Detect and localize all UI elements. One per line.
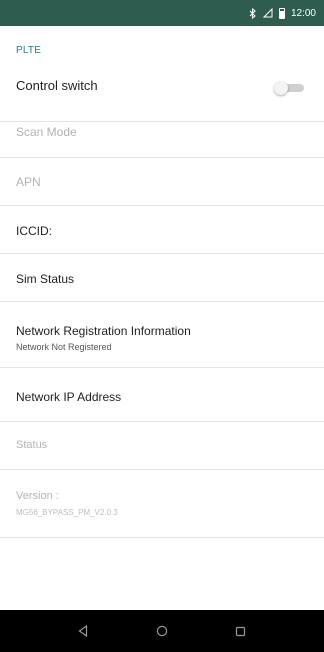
apn-label: APN <box>16 175 41 189</box>
scan-mode-label: Scan Mode <box>16 125 77 139</box>
scan-mode-row: Scan Mode <box>0 110 324 158</box>
recents-icon[interactable] <box>220 610 260 652</box>
iccid-row[interactable]: ICCID: <box>0 206 324 254</box>
version-summary: MG56_BYPASS_PM_V2.0.3 <box>16 508 118 517</box>
control-switch-label: Control switch <box>16 78 98 93</box>
network-registration-row[interactable]: Network Registration Information Network… <box>0 302 324 368</box>
version-label: Version : <box>16 490 59 502</box>
status-label: Status <box>16 439 48 451</box>
network-registration-label: Network Registration Information <box>16 324 191 338</box>
status-bar: 12:00 <box>0 0 324 26</box>
home-icon[interactable] <box>142 610 182 652</box>
version-row: Version : MG56_BYPASS_PM_V2.0.3 <box>0 470 324 538</box>
section-title: PLTE <box>16 45 42 56</box>
network-ip-label: Network IP Address <box>16 390 122 404</box>
navigation-bar <box>0 610 324 652</box>
sim-status-label: Sim Status <box>16 272 75 286</box>
signal-icon <box>262 8 273 18</box>
back-icon[interactable] <box>63 610 103 652</box>
status-row: Status <box>0 422 324 470</box>
sim-status-row[interactable]: Sim Status <box>0 254 324 302</box>
clock: 12:00 <box>290 7 316 19</box>
battery-icon <box>278 7 285 19</box>
network-registration-summary: Network Not Registered <box>16 342 112 352</box>
control-switch-toggle[interactable] <box>274 81 304 95</box>
iccid-label: ICCID: <box>16 224 52 238</box>
bluetooth-icon <box>249 7 257 19</box>
network-ip-row[interactable]: Network IP Address <box>0 368 324 422</box>
apn-row: APN <box>0 158 324 206</box>
settings-list: PLTE Control switch Scan Mode APN ICCID:… <box>0 26 324 610</box>
